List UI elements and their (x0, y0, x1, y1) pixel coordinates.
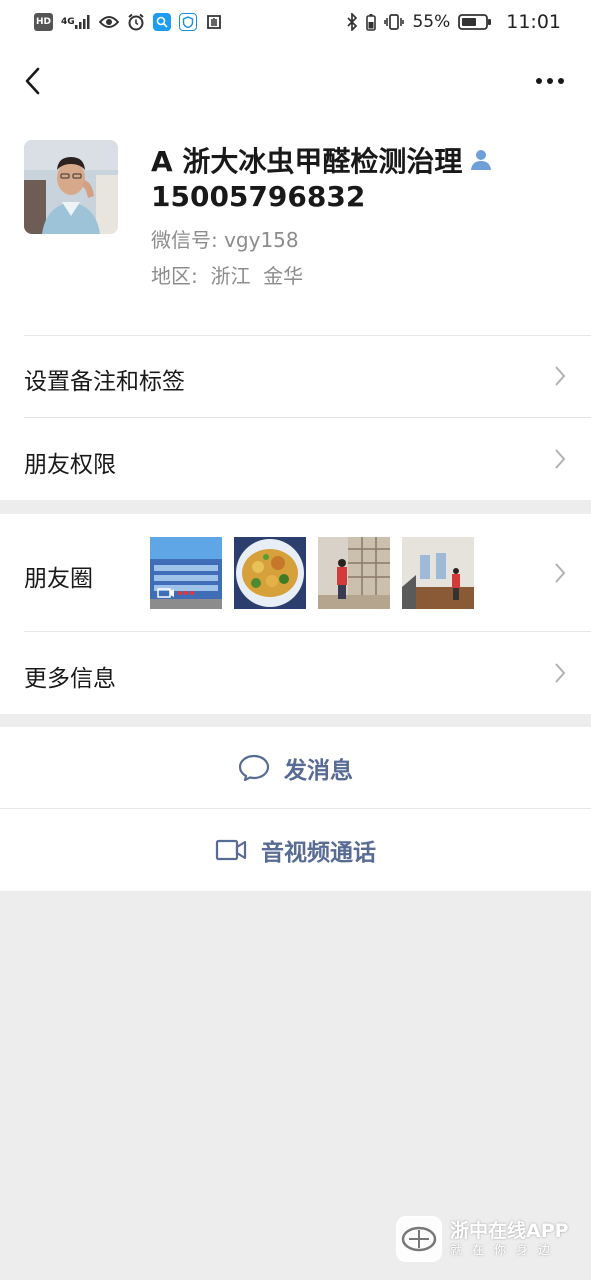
search-app-icon (152, 13, 171, 31)
friend-permissions-label: 朋友权限 (24, 452, 116, 478)
divider (24, 631, 591, 632)
status-left: HD 4G (34, 13, 223, 31)
send-message-label: 发消息 (284, 758, 353, 784)
watermark-text: 浙中在线APP 就在你身边 (450, 1220, 569, 1258)
shelves-photo (318, 537, 390, 609)
region: 地区: 浙江 金华 (151, 264, 304, 288)
video-call-button[interactable]: 音视频通话 (0, 809, 591, 891)
profile-header: A 浙大冰虫甲醛检测治理 15005796832 微信号: vgy158 地区:… (0, 118, 591, 335)
clock: 11:01 (506, 11, 561, 33)
set-remark-row[interactable]: 设置备注和标签 (0, 335, 591, 417)
building-photo (150, 537, 222, 609)
more-info-label: 更多信息 (24, 666, 116, 692)
top-nav (0, 44, 591, 118)
chevron-right-icon (555, 563, 566, 583)
avatar[interactable] (24, 140, 118, 234)
divider (24, 335, 591, 336)
moments-thumbnails (150, 537, 474, 609)
send-message-button[interactable]: 发消息 (0, 727, 591, 809)
network-type: 4G (61, 16, 75, 27)
eye-icon (98, 13, 119, 31)
watermark: 浙中在线APP 就在你身边 (396, 1216, 569, 1262)
shield-app-icon (178, 13, 197, 31)
more-info-row[interactable]: 更多信息 (0, 631, 591, 714)
moments-thumb-shelves[interactable] (318, 537, 390, 609)
more-dots-icon (536, 78, 564, 84)
video-camera-icon (215, 839, 247, 861)
chevron-right-icon (555, 366, 566, 386)
status-right: 55% 11:01 (346, 11, 561, 33)
set-remark-label: 设置备注和标签 (24, 369, 185, 395)
battery-percent: 55% (412, 12, 451, 32)
signal-icon: 4G (61, 13, 91, 31)
hd-badge: HD (34, 13, 54, 31)
video-call-label: 音视频通话 (261, 840, 376, 866)
avatar-photo (24, 140, 118, 234)
back-button[interactable] (18, 64, 46, 98)
contact-name: 15005796832 (151, 180, 366, 213)
chat-bubble-icon (238, 754, 270, 782)
friend-permissions-row[interactable]: 朋友权限 (0, 417, 591, 500)
alarm-icon (127, 13, 145, 31)
moments-thumb-building[interactable] (150, 537, 222, 609)
wechat-id: 微信号: vgy158 (151, 228, 299, 252)
nickname: A 浙大冰虫甲醛检测治理 (151, 140, 494, 180)
zhezhong-logo-icon (396, 1216, 442, 1262)
moments-thumb-food[interactable] (234, 537, 306, 609)
food-photo (234, 537, 306, 609)
bluetooth-icon (346, 13, 358, 31)
chevron-right-icon (555, 663, 566, 683)
watermark-title: 浙中在线APP (450, 1220, 569, 1242)
moments-label: 朋友圈 (24, 566, 93, 592)
battery-small-icon (366, 13, 377, 31)
contact-person-icon (471, 150, 492, 170)
chevron-right-icon (555, 449, 566, 469)
vibrate-icon (384, 13, 405, 31)
back-arrow-icon (25, 67, 40, 95)
watermark-subtitle: 就在你身边 (450, 1243, 561, 1257)
room-photo (402, 537, 474, 609)
battery-icon (458, 13, 492, 31)
nickname-text: A 浙大冰虫甲醛检测治理 (151, 145, 463, 178)
moments-row[interactable]: 朋友圈 (0, 514, 591, 631)
divider (24, 417, 591, 418)
hand-icon (205, 13, 223, 31)
more-button[interactable] (533, 68, 567, 94)
status-bar: HD 4G 55% 11:01 (0, 0, 591, 44)
moments-thumb-room[interactable] (402, 537, 474, 609)
